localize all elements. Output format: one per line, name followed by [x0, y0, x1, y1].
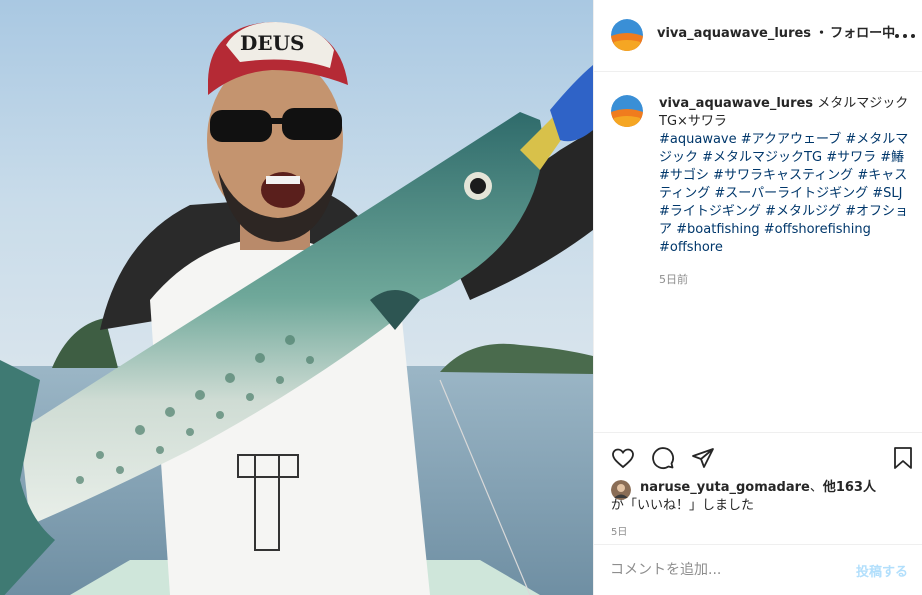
likes-separator: 、 — [809, 480, 823, 495]
post-header: viva_aquawave_lures ・フォロー中 — [594, 0, 922, 72]
hashtag-link[interactable]: #offshorefishing — [764, 222, 871, 237]
likes-count-link[interactable]: 他163人 — [823, 480, 876, 495]
fishing-photo-illustration: DEUS — [0, 0, 593, 595]
hashtag-link[interactable]: #サワラキャスティング — [713, 168, 853, 183]
caption-avatar[interactable] — [611, 95, 643, 127]
author-username-link[interactable]: viva_aquawave_lures — [657, 26, 811, 41]
header-separator: ・ — [815, 26, 829, 41]
hashtag-link[interactable]: #鰆 — [880, 150, 904, 165]
liker-username-link[interactable]: naruse_yuta_gomadare — [640, 480, 810, 495]
caption-body: viva_aquawave_lures メタルマジックTG×サワラ #aquaw… — [659, 95, 909, 257]
post-photo[interactable]: DEUS — [0, 0, 593, 595]
send-icon[interactable] — [690, 445, 716, 471]
hashtag-link[interactable]: #メタルマジックTG — [702, 150, 822, 165]
following-button[interactable]: フォロー中 — [830, 26, 895, 41]
comment-input[interactable] — [610, 559, 840, 581]
caption-timestamp[interactable]: 5日前 — [659, 271, 688, 287]
hashtag-link[interactable]: #メタルジグ — [765, 204, 841, 219]
post-timestamp[interactable]: 5日 — [611, 523, 627, 538]
hashtag-link[interactable]: #offshore — [659, 240, 723, 255]
likes-line: naruse_yuta_gomadare、他163人 — [611, 479, 911, 497]
post-caption: viva_aquawave_lures メタルマジックTG×サワラ #aquaw… — [594, 72, 922, 432]
author-avatar[interactable] — [611, 19, 643, 51]
hashtag-link[interactable]: #スーパーライトジギング — [714, 186, 868, 201]
likes-suffix: が「いいね！」しました — [611, 498, 755, 513]
caption-username-link[interactable]: viva_aquawave_lures — [659, 96, 813, 111]
hashtag-link[interactable]: #サゴシ — [659, 168, 709, 183]
header-text: viva_aquawave_lures ・フォロー中 — [657, 25, 895, 43]
bookmark-icon[interactable] — [890, 445, 916, 471]
post-side-panel: viva_aquawave_lures ・フォロー中 viva_aquawave_… — [593, 0, 922, 595]
hashtag-link[interactable]: #アクアウェーブ — [741, 132, 841, 147]
hashtag-link[interactable]: #boatfishing — [676, 222, 759, 237]
post-actions: naruse_yuta_gomadare、他163人 が「いいね！」しました 5… — [594, 432, 922, 544]
hashtag-link[interactable]: #ライトジギング — [659, 204, 761, 219]
hashtag-link[interactable]: #aquawave — [659, 132, 737, 147]
hashtag-link[interactable]: #SLJ — [872, 186, 902, 201]
post-comment-button[interactable]: 投稿する — [856, 561, 908, 580]
comment-icon[interactable] — [650, 445, 676, 471]
liker-avatar[interactable] — [611, 480, 631, 500]
cap-logo-text: DEUS — [240, 31, 304, 55]
hashtag-link[interactable]: #サワラ — [826, 150, 876, 165]
comment-box: 投稿する — [594, 544, 922, 595]
heart-icon[interactable] — [610, 445, 636, 471]
likes-summary: naruse_yuta_gomadare、他163人 が「いいね！」しました — [611, 479, 911, 515]
more-options-icon[interactable] — [895, 26, 915, 46]
